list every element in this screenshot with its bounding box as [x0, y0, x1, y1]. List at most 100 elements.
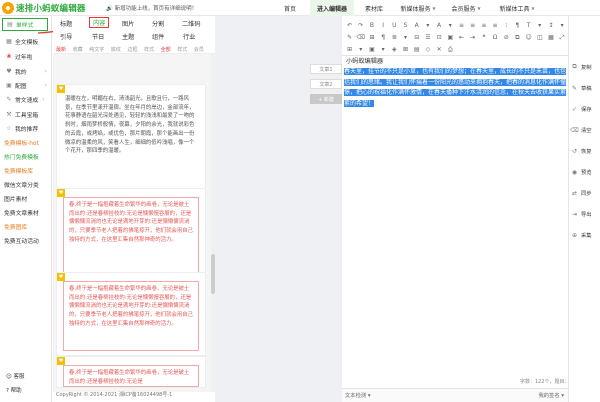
save-button[interactable]: ✓ 保存	[570, 100, 600, 118]
sidebar-item-free-templates-hot[interactable]: 免费模板-hot	[0, 136, 52, 149]
toolbar-tool-icon[interactable]: ⎙	[445, 45, 456, 54]
toolbar-tool-icon[interactable]: ▤	[411, 45, 422, 54]
toolbar-tool-icon[interactable]: ⊟	[411, 33, 422, 42]
nav-materials[interactable]: 素材库	[360, 0, 388, 16]
editor-title[interactable]: 小蚂蚁编辑器	[346, 56, 383, 65]
toolbar-tool-icon[interactable]: ❝	[478, 33, 489, 42]
tab-image[interactable]: 图片	[122, 19, 134, 28]
toolbar-tool-icon[interactable]: I	[378, 21, 389, 30]
template-card[interactable]: ♥ 春,终于是一幅抱藏着生命繁华的画卷，无论是破土而出的:还是春柳挂枝的:无论是	[56, 356, 206, 388]
favorite-icon[interactable]: ♥	[57, 273, 65, 281]
tab-theme[interactable]: 主题	[122, 32, 134, 41]
copy-button[interactable]: ⧉ 复制	[570, 58, 600, 76]
collect-button[interactable]: ⊕ 采集	[570, 226, 600, 244]
toolbar-tool-icon[interactable]: ◇	[422, 45, 433, 54]
filter-latest[interactable]: 最新	[56, 47, 66, 53]
new-article-button[interactable]: + 新建	[310, 94, 342, 104]
sidebar-item-new-year[interactable]: ❀ 过年啦	[0, 50, 52, 63]
nav-member-service[interactable]: 会员服务 ▼	[448, 0, 484, 16]
toolbar-tool-icon[interactable]: T	[523, 21, 534, 30]
toolbar-tool-icon[interactable]: ¶	[378, 33, 389, 42]
export-button[interactable]: ⇥ 导出	[570, 205, 600, 223]
nav-new-media-tools[interactable]: 新媒体工具 ▼	[496, 0, 538, 16]
favorite-icon[interactable]: ♥	[57, 85, 65, 93]
filter-plain-text[interactable]: 纯文字	[89, 47, 104, 53]
toolbar-tool-icon[interactable]: ✎	[344, 33, 355, 42]
toolbar-tool-icon[interactable]: S	[400, 21, 411, 30]
toolbar-tool-icon[interactable]: ≡	[489, 21, 500, 30]
toolbar-tool-icon[interactable]: A	[411, 21, 422, 30]
toolbar-tool-icon[interactable]: ▾	[355, 45, 366, 54]
toolbar-tool-icon[interactable]: ⇤	[456, 33, 467, 42]
my-signature-button[interactable]: 我的签名 ▾	[538, 391, 564, 399]
text-check-button[interactable]: 文本检测 ▾	[345, 391, 371, 399]
tab-holiday[interactable]: 节日	[92, 32, 104, 41]
toolbar-tool-icon[interactable]: ↕	[545, 21, 556, 30]
toolbar-tool-icon[interactable]: ◈	[389, 45, 400, 54]
favorite-icon[interactable]: ♥	[57, 189, 65, 197]
sidebar-item-hot-free-templates[interactable]: 热门免费模板	[0, 150, 52, 163]
toolbar-tool-icon[interactable]: U	[389, 21, 400, 30]
sidebar-item-free-article-materials[interactable]: 免费文章素材	[0, 206, 52, 219]
sidebar-item-free-template-library[interactable]: 免费模板库	[0, 164, 52, 177]
toolbar-tool-icon[interactable]: ↶	[344, 21, 355, 30]
sidebar-item-free-gallery[interactable]: 免费图库	[0, 220, 52, 233]
toolbar-tool-icon[interactable]: ▾	[534, 21, 545, 30]
preview-button[interactable]: ◉ 预览	[570, 163, 600, 181]
nav-new-media-service[interactable]: 新媒体服务 ▼	[398, 0, 438, 16]
tab-content[interactable]: 内容	[89, 17, 110, 28]
toolbar-tool-icon[interactable]: ▾	[378, 45, 389, 54]
toolbar-tool-icon[interactable]: Ω	[489, 33, 500, 42]
toolbar-tool-icon[interactable]: ▾	[422, 21, 433, 30]
filter-shading[interactable]: 底纹	[111, 47, 121, 53]
toolbar-tool-icon[interactable]: ☰	[422, 33, 433, 42]
toolbar-tool-icon[interactable]: ⊠	[400, 45, 411, 54]
announcement[interactable]: 🔊 新增功能上线，首页有详细说明！	[106, 4, 197, 12]
editor-content[interactable]: 春天里，挂节的不只是小草，也有我们的梦想；在春天里，成长的不只是禾苗，也包括我们…	[344, 67, 567, 109]
template-card[interactable]: ♥ 春,终于是一幅抱藏着生命繁华的画卷，无论是被土而出的:还是春柳挂枝的:无论是…	[56, 272, 206, 356]
tab-component[interactable]: 组件	[152, 32, 164, 41]
toolbar-tool-icon[interactable]: ⊘	[501, 33, 512, 42]
toolbar-tool-icon[interactable]: ⊞	[344, 45, 355, 54]
sidebar-item-image-materials[interactable]: 图片素材	[0, 192, 52, 205]
toolbar-tool-icon[interactable]: ⇥	[467, 33, 478, 42]
toolbar-tool-icon[interactable]: ≡	[478, 21, 489, 30]
toolbar-tool-icon[interactable]: ▦	[545, 33, 556, 42]
tab-title[interactable]: 标题	[60, 19, 72, 28]
toolbar-tool-icon[interactable]: A	[434, 21, 445, 30]
filter-favorite[interactable]: 收藏	[73, 47, 83, 53]
toolbar-tool-icon[interactable]: ✕	[434, 45, 445, 54]
toolbar-tool-icon[interactable]: ⊡	[434, 33, 445, 42]
sidebar-item-mine[interactable]: ♥ 我的 ›	[0, 65, 52, 78]
toolbar-tool-icon[interactable]: ≡	[456, 21, 467, 30]
customer-service-button[interactable]: ☺ 客服	[6, 372, 25, 380]
toolbar-tool-icon[interactable]: ⊞	[366, 33, 377, 42]
sidebar-item-toolbox[interactable]: ⚒ 工具宝箱	[0, 108, 52, 121]
tab-qrcode[interactable]: 二维码	[182, 19, 201, 28]
sidebar-item-images[interactable]: ▣ 配图 ›	[0, 79, 52, 92]
template-card[interactable]: ♥ 春,终于是一幅抱藏着生命繁华的画卷，无论是被土而出的:还是春柳挂枝的:无论是…	[56, 188, 206, 280]
help-button[interactable]: ? 帮助	[6, 386, 22, 394]
filter-style-2[interactable]: 样式	[177, 47, 187, 53]
sidebar-item-quick-article[interactable]: ✎ 常文速成 ›	[0, 93, 52, 106]
toolbar-tool-icon[interactable]: ⧉	[512, 33, 523, 42]
favorite-icon[interactable]: ♥	[57, 357, 65, 365]
nav-home[interactable]: 首页	[276, 0, 304, 16]
nav-editor[interactable]: 进入编辑器	[310, 0, 354, 16]
toolbar-tool-icon[interactable]: ⌫	[355, 33, 366, 42]
toolbar-tool-icon[interactable]: ▣	[366, 45, 377, 54]
sidebar-item-full-template[interactable]: ▦ 全文模板	[0, 35, 52, 48]
toolbar-tool-icon[interactable]: B	[366, 21, 377, 30]
toolbar-tool-icon[interactable]: ☺	[523, 33, 534, 42]
tab-guide[interactable]: 引导	[60, 32, 72, 41]
toolbar-tool-icon[interactable]: ▾	[400, 33, 411, 42]
clear-button[interactable]: ⌫ 清空	[570, 121, 600, 139]
sidebar-item-free-activities[interactable]: 免费互动活动	[0, 234, 52, 247]
article-button-1[interactable]: 文章1	[310, 64, 342, 74]
filter-member[interactable]: 会员	[194, 47, 204, 53]
toolbar-tool-icon[interactable]: ≣	[389, 33, 400, 42]
tab-divider[interactable]: 分割	[152, 19, 164, 28]
filter-style[interactable]: 样式	[144, 47, 154, 53]
toolbar-tool-icon[interactable]: ◫	[534, 33, 545, 42]
toolbar-tool-icon[interactable]: ⤢	[557, 33, 568, 42]
